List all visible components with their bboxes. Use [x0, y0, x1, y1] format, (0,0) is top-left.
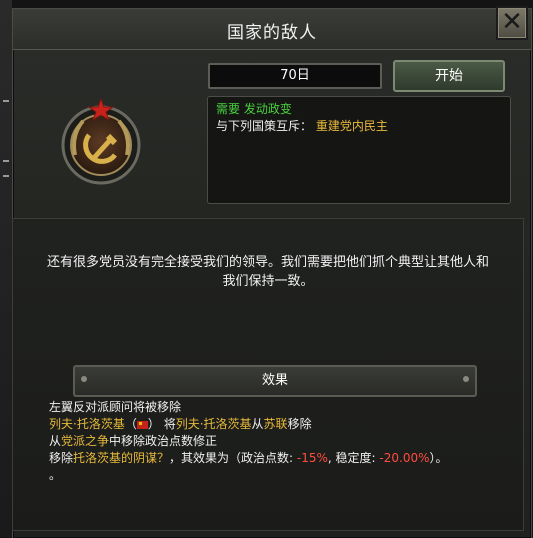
needs-value: 发动政变 — [243, 102, 292, 116]
exclusive-value[interactable]: 重建党内民主 — [316, 119, 388, 133]
requirements-box: 需要 发动政变 与下列国策互斥： 重建党内民主 — [207, 96, 511, 204]
title-bar[interactable]: 国家的敌人 — [13, 9, 531, 50]
effects-header: 效果 — [73, 365, 477, 397]
effect-text: ）。 — [429, 451, 448, 465]
effect-text: 移除 — [49, 451, 74, 465]
focus-description: 还有很多党员没有完全接受我们的领导。我们需要把他们抓个典型让其他人和我们保持一致… — [46, 255, 489, 289]
effects-list: 左翼反对派顾问将被移除 列夫·托洛茨基（） 将列夫·托洛茨基从苏联移除 从党派之… — [49, 399, 519, 484]
stability-modifier: -20.00% — [379, 451, 430, 465]
effects-header-label: 效果 — [261, 373, 288, 388]
effect-text: 从 — [251, 417, 264, 431]
effect-text: 从 — [49, 434, 62, 448]
description-panel: 还有很多党员没有完全接受我们的领导。我们需要把他们抓个典型让其他人和我们保持一致… — [12, 218, 524, 531]
country-name[interactable]: 苏联 — [264, 417, 288, 431]
strip-mark — [3, 160, 9, 162]
rivet — [463, 376, 469, 382]
requirement-needs: 需要 发动政变 — [216, 101, 502, 118]
exclusive-label: 与下列国策互斥： — [216, 119, 313, 133]
idea-name[interactable]: 党派之争 — [61, 434, 109, 448]
political-power-modifier: -15% — [296, 451, 328, 465]
background-strip — [0, 0, 12, 537]
advisor-name[interactable]: 列夫·托洛茨基 — [49, 417, 125, 431]
advisor-name[interactable]: 列夫·托洛茨基 — [176, 417, 252, 431]
requirement-exclusive: 与下列国策互斥： 重建党内民主 — [216, 118, 502, 135]
needs-label: 需要 — [216, 102, 241, 116]
hammer-sickle-emblem-icon — [61, 97, 141, 185]
effect-text: ，其效果为（政治点数: — [169, 451, 297, 465]
idea-name[interactable]: 托洛茨基的阴谋？ — [73, 451, 169, 465]
strip-mark — [3, 100, 9, 102]
effect-text: 将 — [163, 417, 176, 431]
effect-text: 。 — [49, 468, 62, 482]
window-title: 国家的敌人 — [227, 23, 317, 43]
close-icon[interactable]: ✕ — [496, 6, 528, 40]
effect-text: ） — [147, 417, 160, 431]
effect-text: 左翼反对派顾问将被移除 — [49, 400, 182, 414]
effect-text: , 稳定度: — [327, 451, 380, 465]
ussr-flag-icon — [136, 420, 148, 429]
effect-text: 移除 — [287, 417, 312, 431]
effect-line: 。 — [49, 467, 519, 484]
effect-line: 列夫·托洛茨基（） 将列夫·托洛茨基从苏联移除 — [49, 416, 519, 433]
effect-line: 移除托洛茨基的阴谋？，其效果为（政治点数: -15%, 稳定度: -20.00%… — [49, 450, 519, 467]
effect-text: （ — [124, 417, 137, 431]
effect-line: 左翼反对派顾问将被移除 — [49, 399, 519, 416]
effect-line: 从党派之争中移除政治点数修正 — [49, 433, 519, 450]
start-button[interactable]: 开始 — [393, 60, 505, 92]
rivet — [81, 376, 87, 382]
effect-text: 中移除政治点数修正 — [109, 434, 218, 448]
days-duration-field: 70日 — [208, 63, 382, 89]
strip-mark — [3, 175, 9, 177]
